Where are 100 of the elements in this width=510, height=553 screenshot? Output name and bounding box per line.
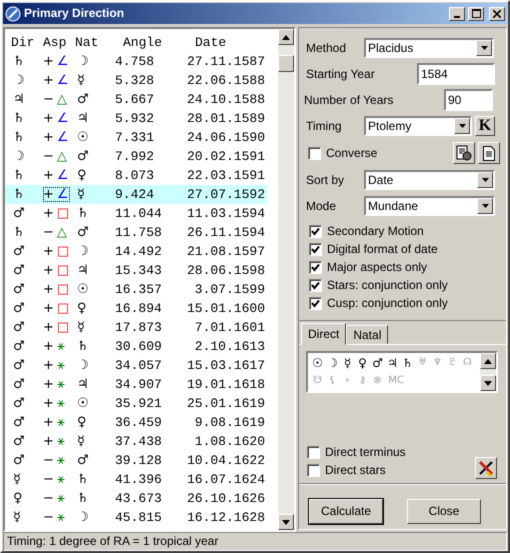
table-row[interactable]: ♄ + ∠ ☽ 4.758 27.11.1587 [5,52,267,71]
checkbox[interactable] [309,224,322,238]
planet-symbol: ♂ [13,376,25,392]
table-row[interactable]: ♀ − ⚹ ♄ 43.673 26.10.1626 [5,489,267,508]
table-row[interactable]: ♂ + ⚹ ♃ 34.907 19.01.1618 [5,375,267,394]
table-row[interactable]: ♄ + ∠ ☿ 9.424 27.07.1592 [5,185,267,204]
table-row[interactable]: ♂ + □ ♃ 15.343 28.06.1598 [5,261,267,280]
maximize-button[interactable] [468,6,484,20]
column-header: Angle [122,34,162,50]
timing-dropdown[interactable]: Ptolemy [364,116,472,136]
point-symbol[interactable]: ♄ [400,354,415,372]
dropdown-button[interactable] [454,118,470,134]
checkbox[interactable] [307,464,320,476]
table-row[interactable]: ♄ + ∠ ♀ 8.073 22.03.1591 [5,166,267,185]
checkbox[interactable] [309,296,322,310]
date-cell: 28.06.1598 [187,262,266,278]
table-row[interactable]: ♂ + □ ☉ 16.357 3.07.1599 [5,280,267,299]
table-row[interactable]: ♂ + □ ♀ 16.894 15.01.1600 [5,299,267,318]
point-symbol[interactable]: ♂ [370,354,385,372]
tools-button[interactable] [475,457,497,479]
angle-cell: 11.758 [115,224,162,240]
aspect-symbol: ⚹ [56,396,65,411]
planet-symbol: ♄ [77,472,89,487]
table-row[interactable]: ☿ − ⚹ ☽ 45.815 16.12.1628 [5,508,267,527]
tab[interactable]: Direct [301,323,346,345]
checkbox[interactable] [309,242,322,256]
scroll-up-button[interactable] [278,29,294,45]
field-label: Starting Year [306,66,375,82]
mode-dropdown[interactable]: Mundane [364,196,495,216]
planet-symbol: ♄ [13,130,25,145]
checkbox[interactable] [309,260,322,274]
column-header: Date [194,34,226,50]
method-dropdown[interactable]: Placidus [364,38,494,58]
table-row[interactable]: ♂ + ⚹ ♀ 36.459 9.08.1619 [5,413,267,432]
planet-symbol: ♄ [13,168,25,183]
angle-cell: 11.044 [115,206,162,221]
report-button[interactable] [453,142,475,164]
point-symbol[interactable]: ☽ [325,354,340,372]
table-row[interactable]: ♂ + □ ♄ 11.044 11.03.1594 [5,204,267,223]
document-button[interactable] [478,142,500,164]
checkbox-label: Cusp: conjunction only [327,296,448,310]
tab[interactable]: Natal [346,325,388,344]
table-row[interactable]: ♃ − △ ♂ 5.667 24.10.1588 [5,90,267,109]
aspect-sign: + [43,72,54,88]
checkbox[interactable] [307,446,320,458]
aspect-sign: − [43,490,54,506]
table-row[interactable]: ☽ + ∠ ☿ 5.328 22.06.1588 [5,71,267,90]
table-row[interactable]: ♄ + ∠ ♃ 5.932 28.01.1589 [5,109,267,128]
point-symbol[interactable]: ☉ [310,354,325,372]
year-input[interactable]: 1584 [417,63,495,85]
scroll-up-button[interactable] [480,353,496,369]
minimize-button[interactable] [449,6,465,20]
point-symbol[interactable]: ♀ [355,354,370,372]
planet-symbol: ♂ [13,338,25,354]
up-arrow-icon [282,34,290,40]
aspect-sign: − [43,92,54,107]
table-row[interactable]: ♂ + □ ☿ 17.873 7.01.1601 [5,318,267,337]
dialog-button[interactable]: Close [407,499,481,524]
table-row[interactable]: ☿ − ⚹ ♄ 41.396 16.07.1624 [5,470,267,489]
dialog-button[interactable]: Calculate [309,499,383,524]
planet-symbol: ☉ [77,396,89,411]
checkbox[interactable] [308,146,321,160]
table-row[interactable]: ♂ + ⚹ ☉ 35.921 25.01.1619 [5,394,267,413]
table-row[interactable]: ☽ − △ ♂ 7.992 20.02.1591 [5,147,267,166]
maximize-icon [472,9,480,18]
table-row[interactable]: ♂ + ⚹ ☿ 37.438 1.08.1620 [5,432,267,451]
minimize-icon [454,16,460,18]
angle-cell: 15.343 [115,262,162,278]
scroll-down-button[interactable] [278,514,294,530]
table-row[interactable]: ♂ + ⚹ ☽ 34.057 15.03.1617 [5,356,267,375]
dropdown-button[interactable] [477,172,493,188]
date-cell: 1.08.1620 [194,434,265,449]
years-input[interactable]: 90 [444,89,493,111]
angle-cell: 41.396 [115,472,162,487]
aspect-symbol: ∠ [56,72,69,88]
table-row[interactable]: ♂ + ⚹ ♄ 30.609 2.10.1613 [5,337,267,356]
date-cell: 24.10.1588 [187,92,266,107]
sort-dropdown[interactable]: Date [364,170,495,190]
point-symbol[interactable]: ☿ [340,354,355,372]
planet-symbol: ☿ [77,72,85,88]
planet-symbol: ♂ [13,414,25,430]
table-row[interactable]: ♂ − ⚹ ♂ 39.128 10.04.1622 [5,451,267,470]
point-symbol[interactable]: ♃ [385,354,400,372]
scroll-thumb[interactable] [278,55,294,72]
angle-cell: 39.128 [115,452,162,468]
dropdown-button[interactable] [476,40,492,56]
checkbox[interactable] [309,278,322,292]
k-button[interactable]: K [475,116,495,136]
dropdown-button[interactable] [477,198,493,214]
close-button[interactable] [489,6,505,20]
column-header: Asp [43,34,66,50]
angle-cell: 7.331 [115,130,154,145]
table-row[interactable]: ♄ − △ ♂ 11.758 26.11.1594 [5,223,267,242]
aspect-symbol: △ [56,224,67,240]
table-row[interactable]: ♂ + □ ☽ 14.492 21.08.1597 [5,242,267,261]
aspect-sign: + [43,358,54,373]
table-row[interactable]: ♄ + ∠ ☉ 7.331 24.06.1590 [5,128,267,147]
date-cell: 26.11.1594 [187,224,266,240]
scroll-down-button[interactable] [480,375,496,391]
aspect-sign: + [43,186,54,202]
